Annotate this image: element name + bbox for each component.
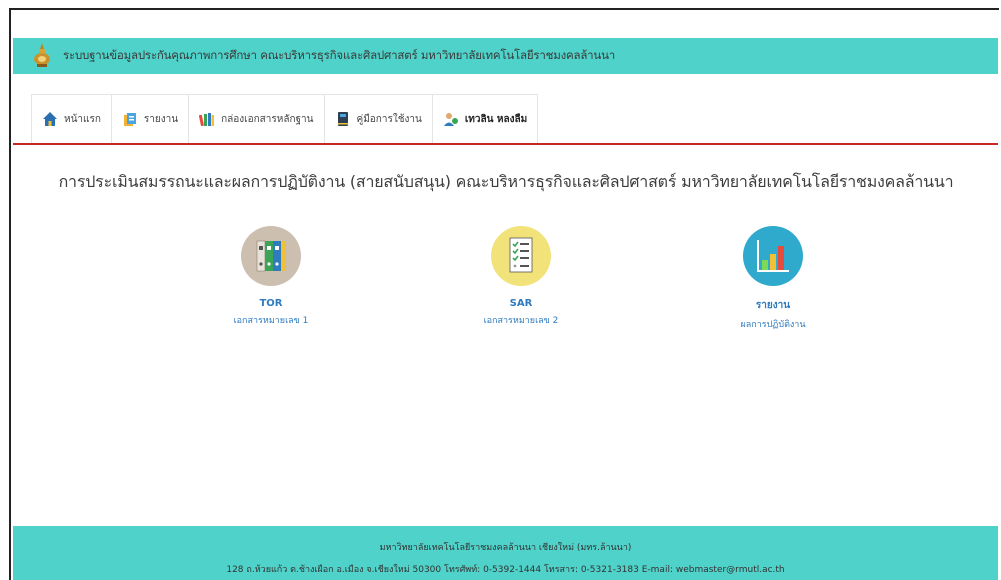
nav-item-label: เทวลิน หลงลืม (464, 113, 528, 125)
report-icon (122, 111, 138, 127)
tile-sublabel: ผลการปฏิบัติงาน (740, 320, 806, 330)
home-icon (42, 111, 58, 127)
nav-item-label: กล่องเอกสารหลักฐาน (221, 113, 314, 125)
books-icon (198, 111, 215, 127)
binders-icon (241, 226, 301, 286)
nav-item-label: รายงาน (143, 113, 179, 125)
nav-item-home[interactable]: หน้าแรก (31, 94, 112, 143)
tile-sublabel: เอกสารหมายเลข 1 (233, 316, 309, 326)
nav-item-user[interactable]: เทวลิน หลงลืม (431, 94, 539, 143)
tile-label: SAR (509, 298, 533, 309)
tile-sar[interactable]: SAR เอกสารหมายเลข 2 (436, 226, 606, 327)
university-logo-icon (31, 43, 53, 69)
app-frame: ระบบฐานข้อมูลประกันคุณภาพการศึกษา คณะบริ… (9, 8, 999, 580)
tile-report[interactable]: รายงาน ผลการปฏิบัติงาน (688, 226, 858, 331)
nav-item-label: คู่มือการใช้งาน (356, 113, 422, 125)
nav-item-report[interactable]: รายงาน (110, 94, 190, 143)
manual-icon (335, 111, 351, 127)
tile-label: รายงาน (755, 300, 791, 311)
site-title: ระบบฐานข้อมูลประกันคุณภาพการศึกษา คณะบริ… (63, 48, 616, 62)
footer-university: มหาวิทยาลัยเทคโนโลยีราชมงคลล้านนา เชียงใ… (379, 543, 632, 553)
tile-label: TOR (259, 298, 283, 309)
nav-item-label: หน้าแรก (64, 113, 101, 125)
nav-item-documents[interactable]: กล่องเอกสารหลักฐาน (188, 94, 325, 143)
nav-item-manual[interactable]: คู่มือการใช้งาน (323, 94, 433, 143)
user-icon (443, 111, 459, 127)
tile-tor[interactable]: TOR เอกสารหมายเลข 1 (186, 226, 356, 327)
page-title: การประเมินสมรรถนะและผลการปฏิบัติงาน (สาย… (58, 172, 954, 191)
tile-sublabel: เอกสารหมายเลข 2 (483, 316, 559, 326)
site-header: ระบบฐานข้อมูลประกันคุณภาพการศึกษา คณะบริ… (13, 38, 998, 74)
main-nav: หน้าแรก รายงาน กล่องเอกสารหลักฐาน คู่มือ… (31, 94, 539, 145)
nav-divider (13, 143, 998, 145)
footer-address: 128 ถ.ห้วยแก้ว ต.ช้างเผือก อ.เมือง จ.เชี… (226, 565, 785, 575)
checklist-icon (491, 226, 551, 286)
bar-chart-icon (743, 226, 803, 286)
site-footer: มหาวิทยาลัยเทคโนโลยีราชมงคลล้านนา เชียงใ… (13, 526, 998, 580)
